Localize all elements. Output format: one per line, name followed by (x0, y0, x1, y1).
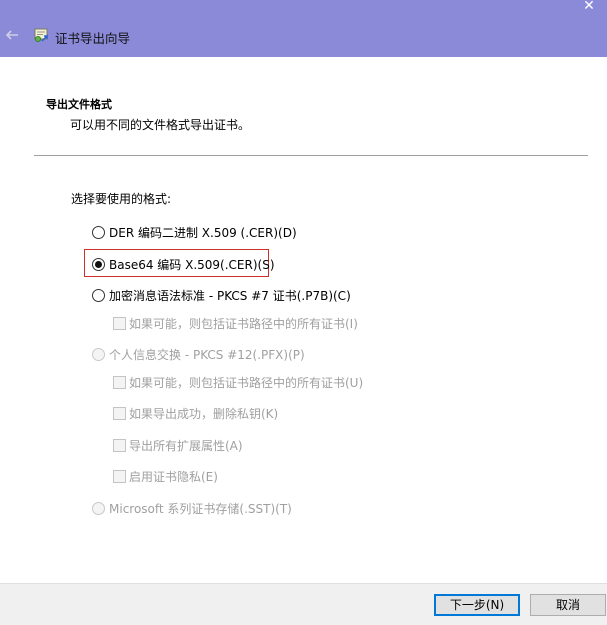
cancel-button[interactable]: 取消 (530, 594, 606, 616)
option-der-label: DER 编码二进制 X.509 (.CER)(D) (109, 226, 297, 240)
checkbox-box[interactable] (113, 376, 126, 389)
option-pkcs7-label: 加密消息语法标准 - PKCS #7 证书(.P7B)(C) (109, 289, 351, 303)
checkbox-delete-private-key[interactable]: 如果导出成功，删除私钥(K) (113, 405, 278, 422)
radio-base64[interactable] (92, 258, 105, 271)
option-pkcs7[interactable]: 加密消息语法标准 - PKCS #7 证书(.P7B)(C) (92, 287, 351, 304)
checkbox-delete-key-label: 如果导出成功，删除私钥(K) (129, 407, 279, 421)
checkbox-box[interactable] (113, 439, 126, 452)
certificate-wizard-icon (34, 28, 48, 42)
wizard-title: 证书导出向导 (55, 31, 131, 46)
radio-pkcs12[interactable] (92, 348, 105, 361)
checkbox-enable-cert-privacy[interactable]: 启用证书隐私(E) (113, 468, 218, 485)
radio-sst[interactable] (92, 502, 105, 515)
section-description: 可以用不同的文件格式导出证书。 (70, 118, 251, 132)
checkbox-pkcs12-include-all[interactable]: 如果可能，则包括证书路径中的所有证书(U) (113, 374, 363, 391)
radio-pkcs7[interactable] (92, 289, 105, 302)
checkbox-box[interactable] (113, 470, 126, 483)
radio-der[interactable] (92, 226, 105, 239)
back-arrow-icon[interactable] (4, 27, 20, 43)
title-bar: ✕ 证书导出向导 (0, 0, 607, 57)
header-divider (34, 155, 588, 156)
button-bar: 下一步(N) 取消 (0, 583, 607, 625)
option-pkcs12[interactable]: 个人信息交换 - PKCS #12(.PFX)(P) (92, 346, 305, 363)
checkbox-box[interactable] (113, 407, 126, 420)
checkbox-privacy-label: 启用证书隐私(E) (129, 470, 218, 484)
close-icon[interactable]: ✕ (581, 0, 597, 14)
checkbox-pkcs7-include-label: 如果可能，则包括证书路径中的所有证书(I) (129, 317, 358, 331)
option-pkcs12-label: 个人信息交换 - PKCS #12(.PFX)(P) (109, 348, 305, 362)
option-base64[interactable]: Base64 编码 X.509(.CER)(S) (92, 256, 275, 273)
option-sst-label: Microsoft 系列证书存储(.SST)(T) (109, 502, 292, 516)
option-der[interactable]: DER 编码二进制 X.509 (.CER)(D) (92, 224, 297, 241)
checkbox-pkcs7-include-all[interactable]: 如果可能，则包括证书路径中的所有证书(I) (113, 315, 358, 332)
format-prompt: 选择要使用的格式: (71, 192, 172, 206)
section-title: 导出文件格式 (46, 98, 112, 111)
checkbox-export-extended-properties[interactable]: 导出所有扩展属性(A) (113, 437, 243, 454)
option-base64-label: Base64 编码 X.509(.CER)(S) (109, 258, 275, 272)
next-button[interactable]: 下一步(N) (434, 594, 520, 616)
option-sst[interactable]: Microsoft 系列证书存储(.SST)(T) (92, 500, 292, 517)
checkbox-pkcs12-include-label: 如果可能，则包括证书路径中的所有证书(U) (129, 376, 364, 390)
checkbox-box[interactable] (113, 317, 126, 330)
checkbox-export-ext-label: 导出所有扩展属性(A) (129, 439, 243, 453)
